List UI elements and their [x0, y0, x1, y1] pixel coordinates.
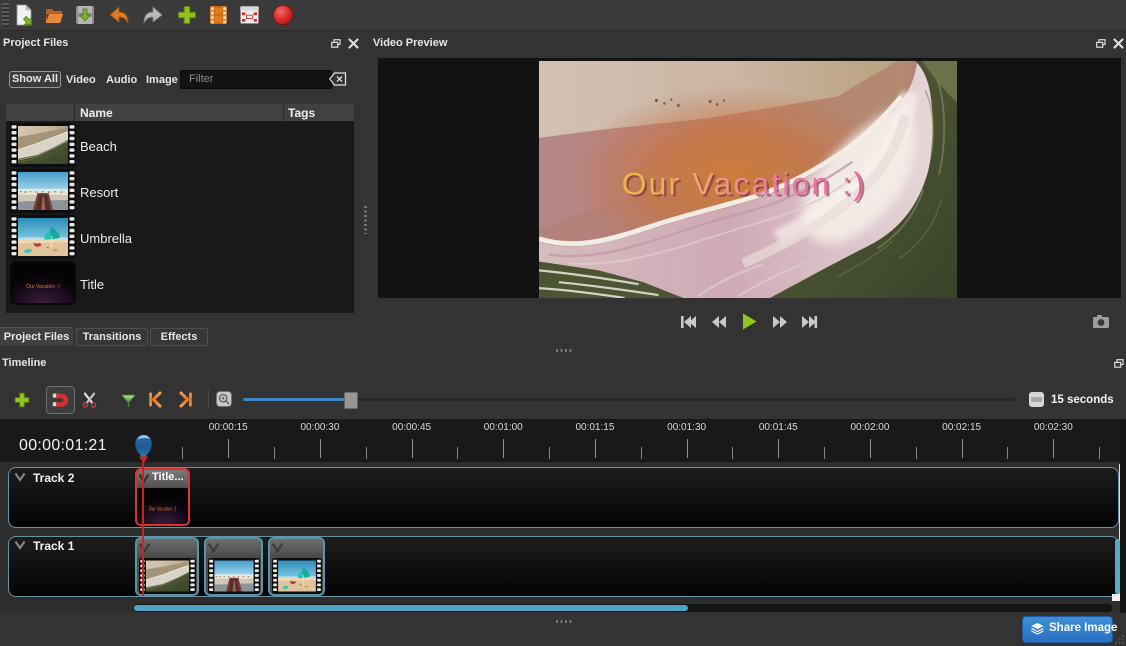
svg-text:Our Vacation :): Our Vacation :)	[622, 165, 867, 201]
